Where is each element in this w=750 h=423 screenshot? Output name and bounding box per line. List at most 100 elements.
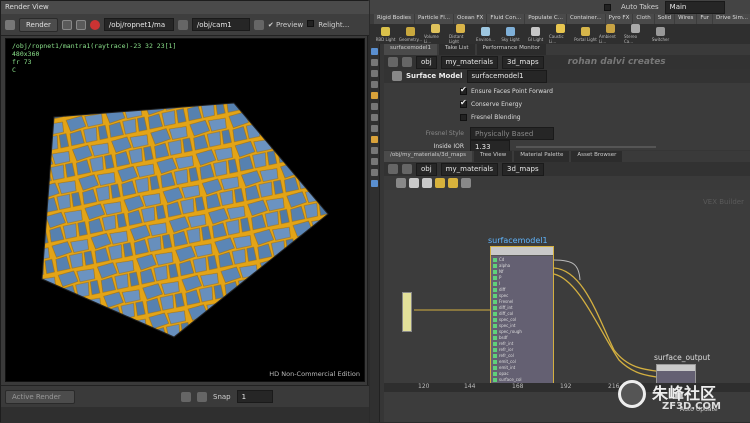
tile-icon[interactable]	[422, 178, 432, 188]
ghost-icon[interactable]	[371, 169, 378, 176]
note-icon[interactable]	[435, 178, 445, 188]
brand-watermark: rohan dalvi creates	[567, 57, 666, 67]
forward-icon[interactable]	[402, 57, 412, 67]
shelf-tool-label: Caustic Li...	[549, 34, 564, 44]
param-node-name[interactable]: surfacemodel1	[466, 69, 547, 83]
desktop-select[interactable]: Main	[664, 0, 725, 14]
shape-icon[interactable]	[461, 178, 471, 188]
rop-chooser-icon[interactable]	[177, 19, 188, 30]
rop-path-field[interactable]: /obj/ropnet1/ma	[103, 18, 174, 31]
param-header: Surface Model surfacemodel1	[384, 69, 750, 83]
shelf-tab[interactable]: Wires	[675, 14, 697, 24]
region-icon[interactable]	[75, 19, 86, 30]
logo-site: ZF3D.COM	[662, 401, 721, 412]
relight-toggle[interactable]: Relight...	[307, 20, 349, 29]
preview-toggle[interactable]: ✔ Preview	[268, 21, 303, 29]
shelf-tab[interactable]: Populate C...	[525, 14, 566, 24]
stop-render-icon[interactable]	[89, 19, 100, 30]
light-tool-icon[interactable]	[371, 136, 378, 143]
pin-icon[interactable]	[5, 19, 15, 30]
tab-material-palette[interactable]: Material Palette	[514, 151, 570, 162]
snapshot-icon[interactable]	[61, 19, 72, 30]
path-segment[interactable]: obj	[416, 162, 437, 176]
inside-ior-slider[interactable]	[516, 145, 656, 148]
shelf-tool[interactable]: Geometry...	[399, 26, 422, 42]
relight-checkbox[interactable]	[307, 20, 315, 27]
path-segment[interactable]: my_materials	[440, 55, 498, 69]
active-render-button[interactable]: Active Render	[5, 389, 75, 404]
shelf-tool[interactable]: Sky Light	[499, 26, 522, 42]
shelf-tab[interactable]: Fur	[697, 14, 713, 24]
fresnel-style-select[interactable]: Physically Based	[470, 127, 554, 140]
tab-performance-monitor[interactable]: Performance Monitor	[476, 44, 547, 55]
tab-tree-view[interactable]: Tree View	[473, 151, 513, 162]
shelf-tab[interactable]: Fluid Con...	[487, 14, 525, 24]
path-segment[interactable]: my_materials	[440, 162, 498, 176]
fresnel-blending-row[interactable]: Fresnel Blending	[460, 111, 740, 124]
conserve-energy-checkbox[interactable]	[460, 98, 467, 108]
render-button[interactable]: Render	[19, 17, 58, 32]
shelf-tool[interactable]: Volume Li...	[424, 24, 447, 44]
tab-surfacemodel1[interactable]: surfacemodel1	[384, 44, 437, 55]
select-icon[interactable]	[371, 59, 378, 66]
ensure-faces-row[interactable]: Ensure Faces Point Forward	[460, 85, 740, 98]
display-icon[interactable]	[371, 158, 378, 165]
render-viewport[interactable]: /obj/ropnet1/mantra1(raytrace)-23 32 23[…	[5, 38, 365, 382]
node-input-label: P	[499, 275, 502, 280]
node-input-label: spec_int	[499, 323, 516, 328]
pose-icon[interactable]	[371, 92, 378, 99]
shelf-tool[interactable]: Stereo Ca...	[624, 24, 647, 44]
shelf-tool[interactable]: Caustic Li...	[549, 24, 572, 44]
snap-field[interactable]: 1	[236, 390, 273, 403]
tab-asset-browser[interactable]: Asset Browser	[571, 151, 623, 162]
tab-network[interactable]: /obj/my_materials/3d_maps	[384, 151, 472, 162]
color-icon[interactable]	[448, 178, 458, 188]
camera-path-field[interactable]: /obj/cam1	[191, 18, 250, 31]
move-icon[interactable]	[371, 70, 378, 77]
shelf-tab[interactable]: Pyro FX	[605, 14, 633, 24]
conserve-energy-row[interactable]: Conserve Energy	[460, 98, 740, 111]
camera-chooser-icon[interactable]	[253, 19, 264, 30]
handle-icon[interactable]	[371, 103, 378, 110]
back-icon[interactable]	[388, 164, 398, 174]
shelf-tool[interactable]: Switcher	[649, 26, 672, 42]
camera-tool-icon[interactable]	[371, 147, 378, 154]
fresnel-blending-checkbox[interactable]	[460, 114, 467, 121]
shelf-tool[interactable]: Distant Light	[449, 24, 472, 44]
auto-takes-checkbox[interactable]	[604, 3, 611, 11]
rotate-icon[interactable]	[371, 81, 378, 88]
shelf-tab[interactable]: Rigid Bodies	[374, 14, 415, 24]
input-port-icon	[493, 318, 497, 322]
shelf-tool[interactable]: Portal Light	[574, 26, 597, 42]
tab-take-list[interactable]: Take List	[438, 44, 475, 55]
path-segment[interactable]: obj	[416, 55, 437, 69]
relight-label: Relight...	[318, 21, 350, 29]
path-segment[interactable]: 3d_maps	[502, 162, 544, 176]
shelf-tab[interactable]: Ocean FX	[454, 14, 487, 24]
list-icon[interactable]	[396, 178, 406, 188]
shelf-tab[interactable]: Particle Fl...	[415, 14, 454, 24]
shelf-tool[interactable]: Ambient Li...	[599, 24, 622, 44]
ensure-faces-checkbox[interactable]	[460, 85, 467, 95]
shelf-tool[interactable]: GI Light	[524, 26, 547, 42]
shelf-tool[interactable]: RBD Light	[374, 26, 397, 42]
path-segment[interactable]: 3d_maps	[502, 55, 544, 69]
back-icon[interactable]	[388, 57, 398, 67]
constant-node[interactable]	[402, 292, 412, 332]
info-icon[interactable]	[371, 180, 378, 187]
help-icon[interactable]	[371, 48, 378, 55]
view-icon[interactable]	[371, 125, 378, 132]
shelf-tab[interactable]: Cloth	[633, 14, 654, 24]
zoom-icon[interactable]	[181, 391, 191, 402]
channel-icon[interactable]	[197, 391, 207, 402]
shelf-tab[interactable]: Container...	[566, 14, 605, 24]
gear-icon[interactable]	[392, 71, 402, 81]
surfacemodel-node[interactable]: Cd alpha Nf P Idiff spec Fresnel diff_int diff_c…	[490, 246, 554, 384]
forward-icon[interactable]	[402, 164, 412, 174]
shelf-tool[interactable]: Environ...	[474, 26, 497, 42]
grid-icon[interactable]	[409, 178, 419, 188]
input-port-icon	[493, 342, 497, 346]
shelf-tab[interactable]: Solid	[654, 14, 675, 24]
snap-icon[interactable]	[371, 114, 378, 121]
shelf-tab[interactable]: Drive Sim...	[713, 14, 750, 24]
